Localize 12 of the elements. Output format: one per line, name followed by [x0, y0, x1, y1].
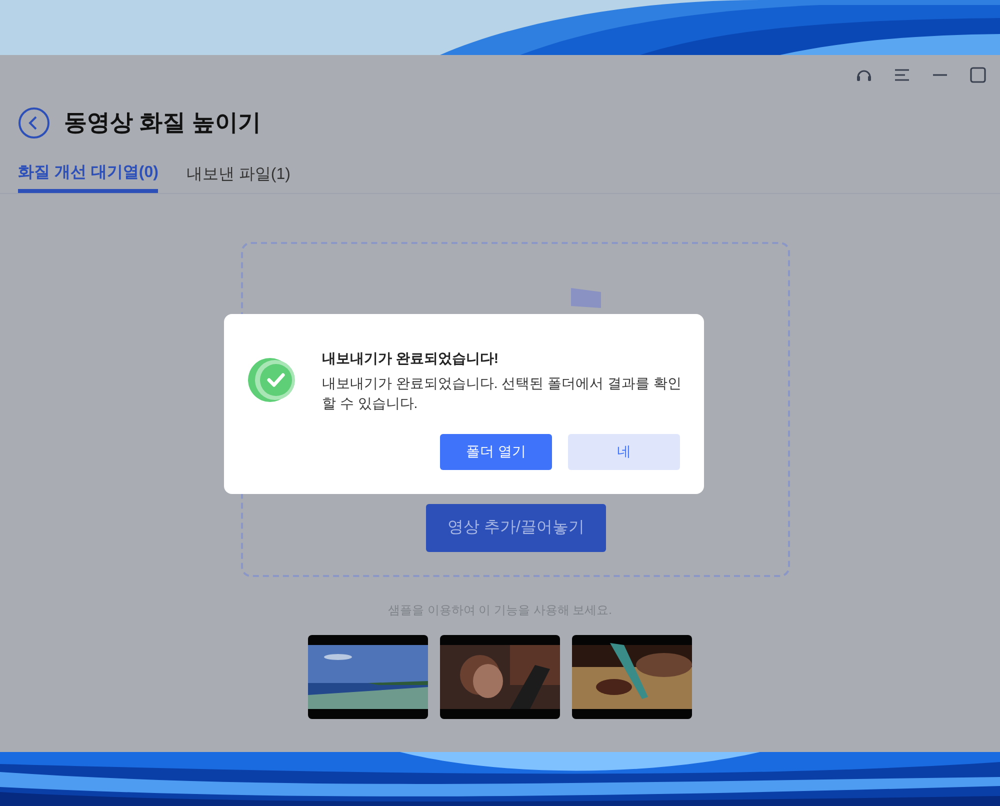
dialog-title: 내보내기가 완료되었습니다!	[322, 349, 500, 368]
add-video-button[interactable]: 영상 추가/끌어놓기	[426, 504, 606, 552]
tab[interactable]: 화질 개선 대기열(0)	[18, 157, 158, 193]
back-icon[interactable]	[18, 107, 50, 139]
illustration-drawing	[571, 288, 601, 308]
dialog-message: 내보내기가 완료되었습니다. 선택된 폴더에서 결과를 확인할 수 있습니다.	[322, 374, 682, 414]
open-folder-button[interactable]: 폴더 열기	[440, 434, 552, 470]
tab[interactable]: 내보낸 파일(1)	[186, 157, 290, 193]
maximize-icon[interactable]	[968, 65, 988, 85]
success-icon	[248, 356, 296, 404]
page-title: 동영상 화질 높이기	[64, 109, 261, 137]
confirm-button[interactable]: 네	[568, 434, 680, 470]
